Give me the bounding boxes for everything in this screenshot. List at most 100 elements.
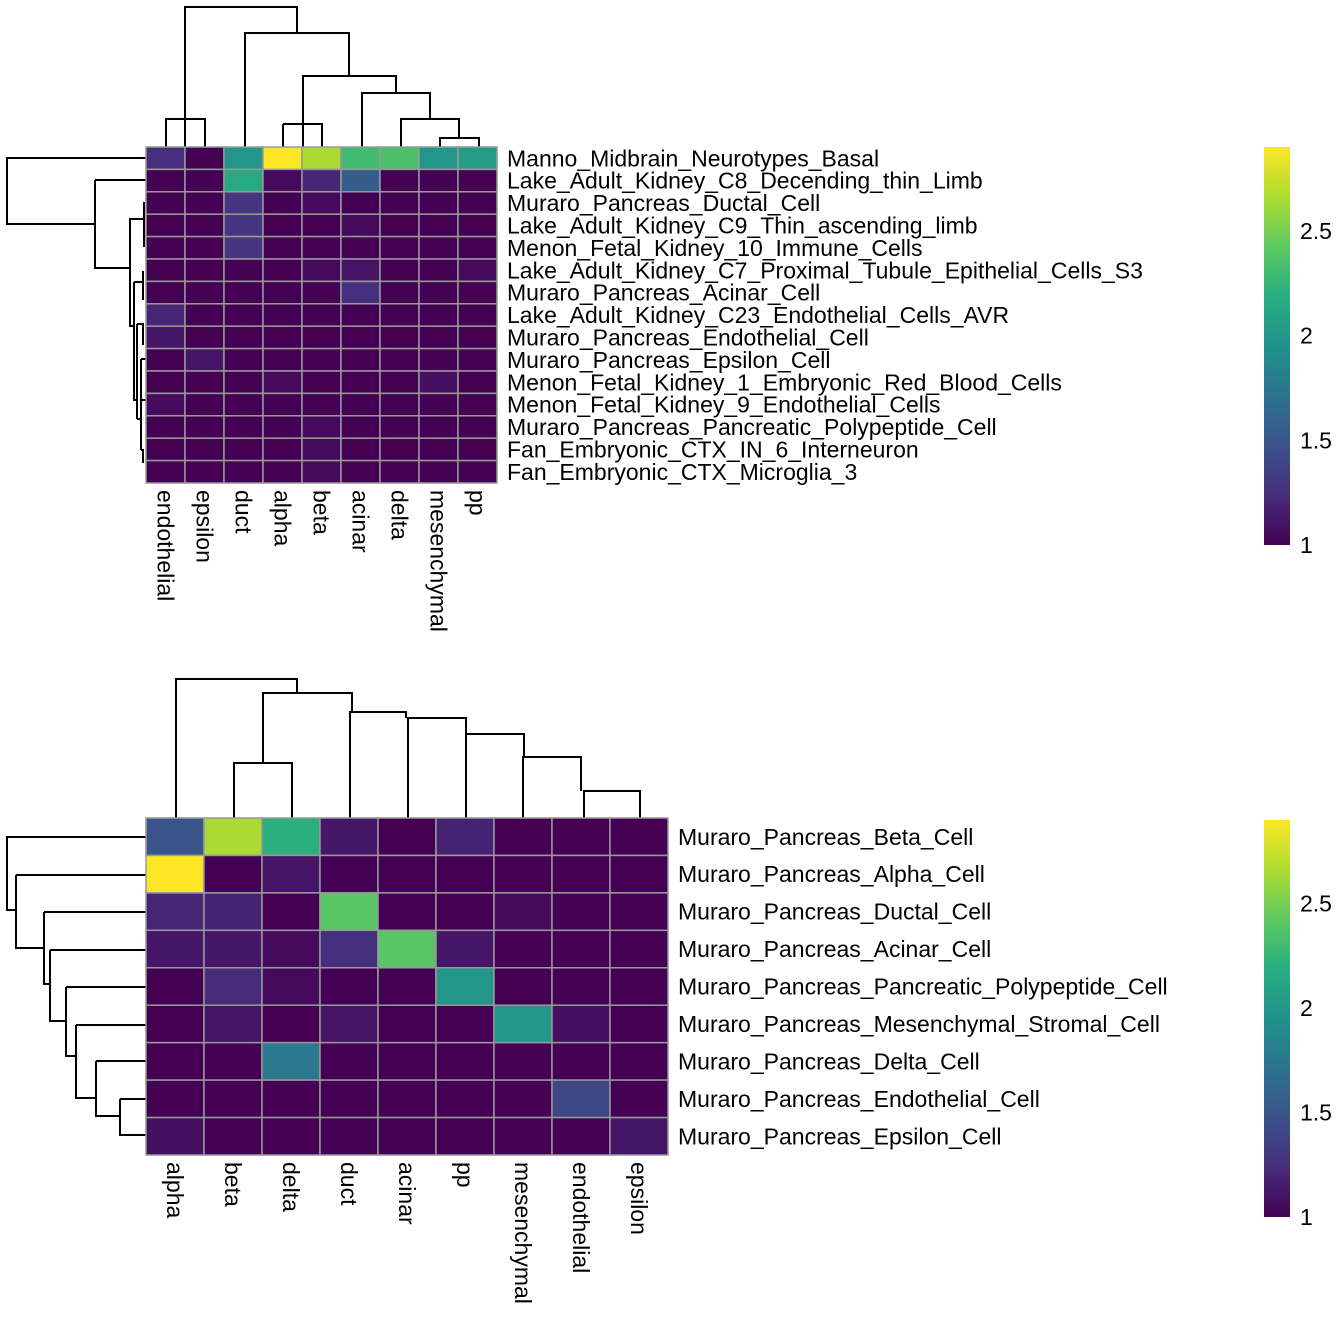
heatmap-cell <box>223 168 264 193</box>
heatmap-cell <box>262 168 303 193</box>
column-label: beta <box>220 1162 246 1207</box>
heatmap-cell <box>551 967 611 1006</box>
heatmap-cell <box>184 437 225 462</box>
heatmap-cell <box>493 967 553 1006</box>
colorbar-top: 1 1.5 2 2.5 <box>1264 147 1332 558</box>
colorbar-gradient <box>1264 147 1290 545</box>
heatmap-cell <box>184 459 225 484</box>
heatmap-cell <box>379 370 420 395</box>
heatmap-cell <box>379 191 420 215</box>
heatmap-cell <box>145 347 186 372</box>
column-label: duct <box>230 490 256 534</box>
dendrogram-branch <box>522 756 582 818</box>
heatmap-cell <box>435 967 495 1006</box>
heatmap-cells-top <box>145 146 498 484</box>
heatmap-cell <box>379 325 420 350</box>
column-labels-top: endothelial epsilon duct alpha beta acinar del… <box>152 490 490 632</box>
heatmap-cell <box>145 235 186 260</box>
colorbar-tick-label: 2.5 <box>1300 891 1332 917</box>
heatmap-cell <box>457 370 498 395</box>
heatmap-cell <box>301 437 342 462</box>
heatmap-cell <box>435 929 495 969</box>
heatmap-cell <box>493 1004 553 1044</box>
heatmap-cell <box>340 347 381 372</box>
heatmap-cell <box>301 325 342 350</box>
heatmap-cell <box>223 303 264 327</box>
heatmap-cell <box>145 146 186 171</box>
heatmap-cell <box>301 303 342 327</box>
heatmap-cell <box>223 213 264 238</box>
heatmap-cell <box>457 146 498 171</box>
heatmap-cell <box>223 347 264 372</box>
heatmap-cell <box>377 967 437 1006</box>
row-label: Muraro_Pancreas_Delta_Cell <box>678 1048 980 1074</box>
heatmap-cell <box>203 1004 263 1044</box>
dendrogram-branch <box>407 717 467 818</box>
heatmap-cell <box>262 437 303 462</box>
heatmap-cell <box>340 258 381 283</box>
dendrogram-branch <box>184 6 298 119</box>
heatmap-cell <box>379 459 420 484</box>
heatmap-cell <box>340 168 381 193</box>
dendrogram-branch <box>43 911 146 985</box>
heatmap-cell <box>377 1116 437 1156</box>
heatmap-cell <box>184 415 225 439</box>
heatmap-cell <box>493 817 553 857</box>
heatmap-cell <box>301 168 342 193</box>
heatmap-cell <box>609 929 669 969</box>
heatmap-cell <box>551 1116 611 1156</box>
heatmap-cell <box>301 146 342 171</box>
heatmap-cell <box>184 280 225 305</box>
heatmap-cell <box>377 1004 437 1044</box>
heatmap-cell <box>301 370 342 395</box>
column-label: beta <box>308 490 334 535</box>
heatmap-cell <box>418 213 459 238</box>
dendrogram-branch <box>129 202 145 268</box>
heatmap-cell <box>609 1079 669 1119</box>
heatmap-cell <box>301 392 342 417</box>
heatmap-cell <box>261 854 321 894</box>
heatmap-cell <box>551 1041 611 1081</box>
heatmap-cell <box>223 280 264 305</box>
column-label: pp <box>452 1162 478 1188</box>
heatmap-cell <box>418 235 459 260</box>
heatmap-cell <box>223 325 264 350</box>
row-dendrogram-top <box>6 157 146 463</box>
heatmap-cell <box>223 437 264 462</box>
heatmap-cell <box>457 303 498 327</box>
heatmap-cell <box>379 258 420 283</box>
heatmap-cell <box>493 854 553 894</box>
heatmap-cell <box>609 854 669 894</box>
heatmap-cell <box>261 967 321 1006</box>
heatmap-cell <box>435 1116 495 1156</box>
row-label: Muraro_Pancreas_Alpha_Cell <box>678 861 985 887</box>
heatmap-cell <box>609 817 669 857</box>
heatmap-cell <box>493 929 553 969</box>
colorbar-tick-label: 1.5 <box>1300 427 1332 453</box>
heatmap-cell <box>609 967 669 1006</box>
heatmap-cell <box>145 280 186 305</box>
heatmap-cell <box>319 1079 379 1119</box>
row-label: Fan_Embryonic_CTX_Microglia_3 <box>507 459 857 485</box>
heatmap-cell <box>377 817 437 857</box>
heatmap-cell <box>418 280 459 305</box>
heatmap-cell <box>379 347 420 372</box>
heatmap-cell <box>418 303 459 327</box>
heatmap-cell <box>435 1004 495 1044</box>
heatmap-cell <box>377 929 437 969</box>
heatmap-cell <box>435 892 495 932</box>
heatmap-cell <box>145 370 186 395</box>
column-label: delta <box>278 1162 304 1212</box>
colorbar-tick-label: 1 <box>1300 532 1313 558</box>
column-label: duct <box>336 1162 362 1206</box>
heatmap-cell <box>261 1004 321 1044</box>
colorbar-tick-label: 2.5 <box>1300 218 1332 244</box>
heatmap-cell <box>145 325 186 350</box>
heatmap-cell <box>551 929 611 969</box>
heatmap-cell <box>379 303 420 327</box>
heatmap-cell <box>609 892 669 932</box>
heatmap-cell <box>551 817 611 857</box>
heatmap-cell <box>379 437 420 462</box>
row-label: Muraro_Pancreas_Ductal_Cell <box>678 899 991 925</box>
heatmap-cell <box>551 854 611 894</box>
